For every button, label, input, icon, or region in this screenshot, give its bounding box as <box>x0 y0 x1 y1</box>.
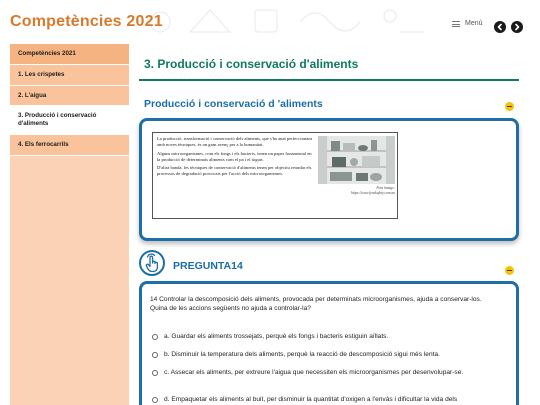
app-header: Competències 2021 Menú <box>0 0 540 44</box>
radio-button[interactable] <box>152 369 158 376</box>
option-label: c. Assecar els aliments, per extreure l'… <box>164 369 464 376</box>
answer-option-d[interactable]: d. Empaquetar els aliments al buit, per … <box>152 395 507 405</box>
image-caption: Font imatge: https://www.foodsafety.com.… <box>321 186 395 195</box>
caption-source: https://www.foodsafety.com.au <box>351 190 395 195</box>
section-title: Producció i conservació d 'aliments <box>144 98 323 110</box>
sidebar-item-ferrocarrils[interactable]: 4. Els ferrocarrils <box>10 134 129 156</box>
answer-option-a[interactable]: a. Guardar els aliments trossejats, perq… <box>152 332 507 341</box>
question-prompt: Quina de les accions següents no ajuda a… <box>150 305 311 313</box>
header-doodle-decoration <box>149 9 425 33</box>
document-text: La producció, transformació i conservaci… <box>157 136 315 180</box>
menu-label: Menú <box>465 20 483 27</box>
reading-document: La producció, transformació i conservaci… <box>152 132 398 219</box>
sidebar-item-les-crispetes[interactable]: 1. Les crispetes <box>10 64 129 86</box>
next-page-button[interactable] <box>511 21 523 33</box>
question-card: 14 Controlar la descomposició dels alime… <box>139 281 519 405</box>
reading-card: La producció, transformació i conservaci… <box>139 118 519 241</box>
sidebar-item-laigua[interactable]: 2. L'aigua <box>10 85 129 107</box>
document-paragraph: Alguns microorganismes, com els fongs i … <box>157 150 312 162</box>
sidebar-item-produccio-aliments[interactable]: 3. Producció i conservació d'aliments <box>10 106 129 135</box>
section-collapse-toggle[interactable] <box>505 102 514 111</box>
option-label: b. Disminuir la temperatura dels aliment… <box>164 351 440 358</box>
answer-option-b[interactable]: b. Disminuir la temperatura dels aliment… <box>152 350 507 359</box>
document-paragraph: La producció, transformació i conservaci… <box>157 136 312 148</box>
chevron-left-icon <box>497 23 502 31</box>
radio-button[interactable] <box>152 333 158 340</box>
question-icon <box>139 250 165 276</box>
radio-button[interactable] <box>152 351 158 358</box>
title-divider <box>139 79 519 81</box>
chevron-right-icon <box>515 23 520 31</box>
page-title: 3. Producció i conservació d'aliments <box>144 57 359 71</box>
previous-page-button[interactable] <box>494 21 506 33</box>
sidebar-item-home[interactable]: Competències 2021 <box>10 44 129 65</box>
sidebar-navigation: Competències 2021 1. Les crispetes 2. L'… <box>10 44 129 405</box>
question-title: PREGUNTA14 <box>173 260 243 272</box>
question-statement: 14 Controlar la descomposició dels alime… <box>150 296 482 303</box>
fridge-shelves-illustration <box>318 136 395 184</box>
document-paragraph: D'altra banda, les tècniques de conserva… <box>157 165 312 177</box>
pointing-hand-icon <box>145 253 159 273</box>
question-collapse-toggle[interactable] <box>505 266 514 275</box>
option-label: a. Guardar els aliments trossejats, perq… <box>164 333 389 340</box>
hamburger-icon <box>452 20 460 27</box>
question-text: 14 Controlar la descomposició dels alime… <box>150 295 500 314</box>
app-logo[interactable]: Competències 2021 <box>10 13 163 31</box>
refrigerator-image <box>318 136 395 184</box>
radio-button[interactable] <box>152 396 158 403</box>
answer-option-c[interactable]: c. Assecar els aliments, per extreure l'… <box>152 368 507 377</box>
main-content: 3. Producció i conservació d'aliments Pr… <box>129 44 540 405</box>
option-label: d. Empaquetar els aliments al buit, per … <box>164 396 458 403</box>
menu-button[interactable]: Menú <box>452 20 483 27</box>
